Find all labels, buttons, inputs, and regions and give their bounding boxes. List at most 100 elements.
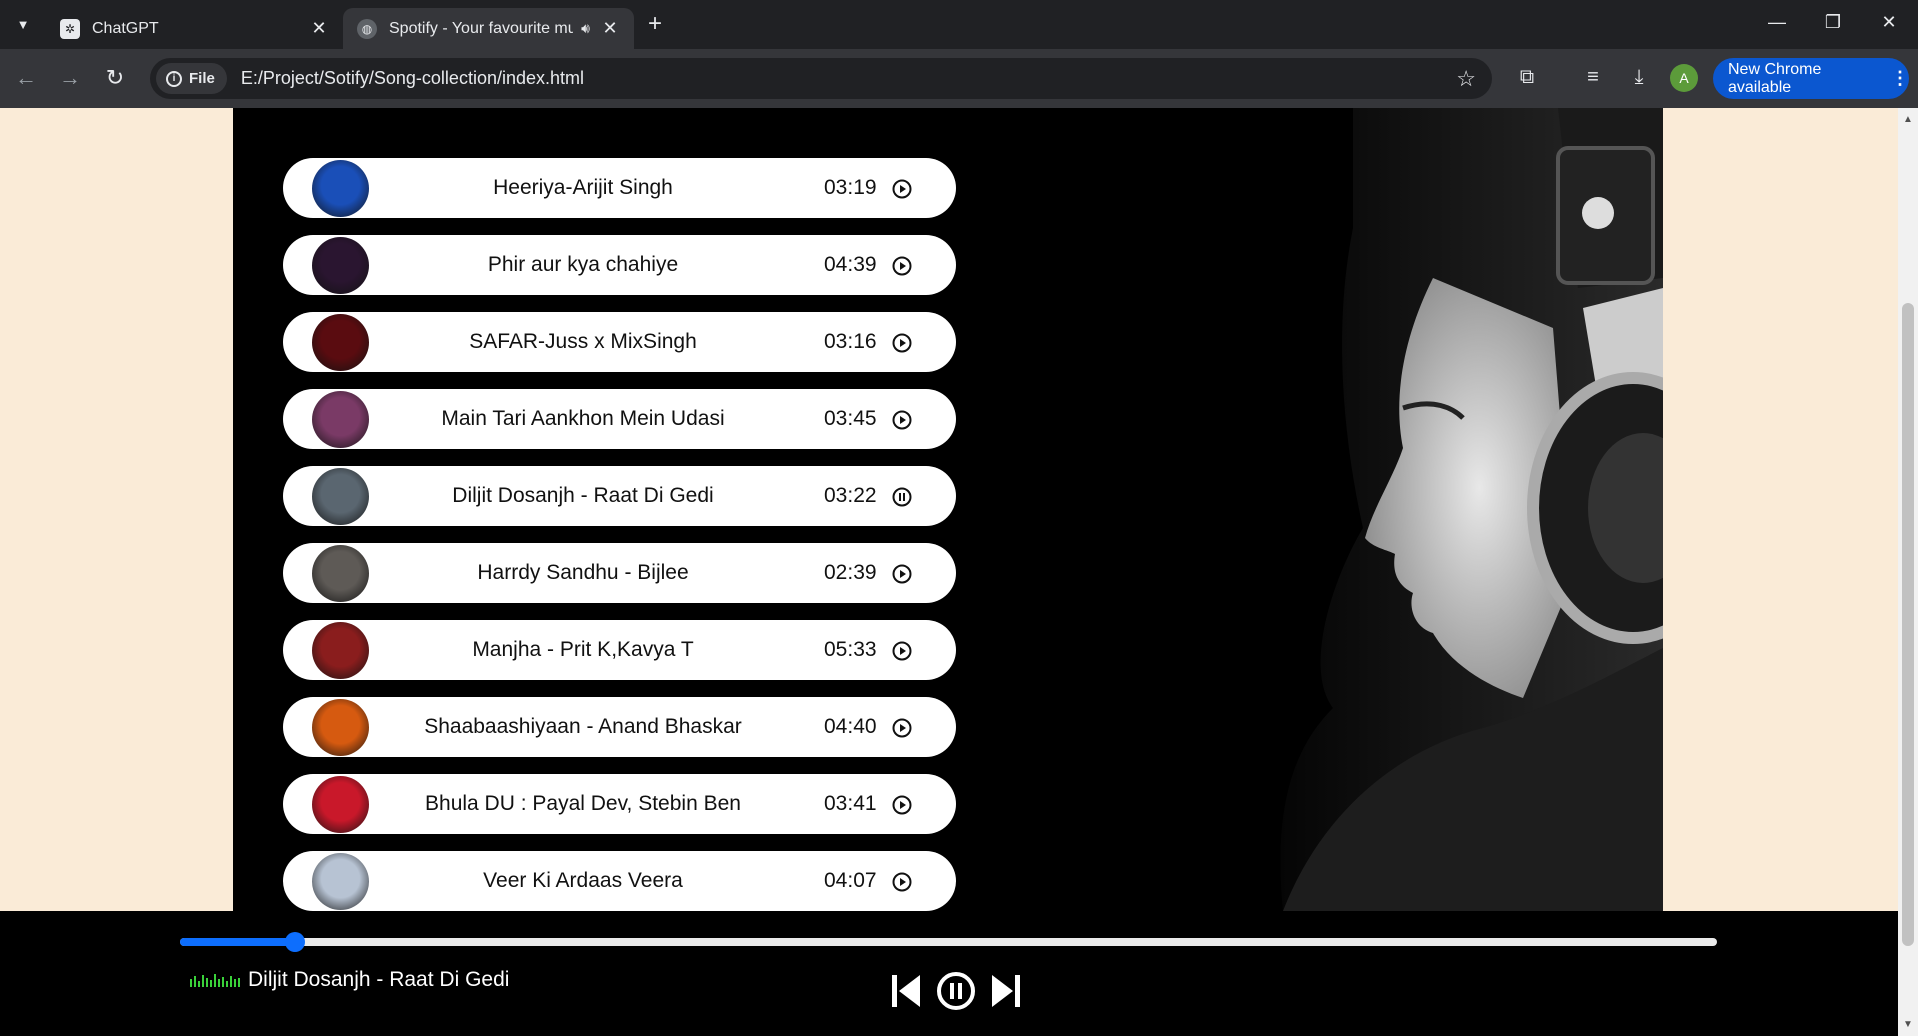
close-tab-icon[interactable]: ✕	[600, 18, 620, 39]
tab-title: ChatGPT	[92, 19, 159, 37]
page-scrollbar[interactable]: ▲ ▼	[1898, 108, 1918, 1036]
song-item[interactable]: Veer Ki Ardaas Veera 04:07	[283, 851, 956, 911]
play-circle-icon[interactable]	[892, 564, 912, 584]
song-item[interactable]: SAFAR-Juss x MixSingh 03:16	[283, 312, 956, 372]
tab-spotify[interactable]: ◍ Spotify - Your favourite music 🔊︎ ✕	[343, 8, 634, 49]
scroll-down-arrow-icon[interactable]: ▼	[1903, 1019, 1913, 1030]
pause-circle-icon[interactable]	[936, 971, 976, 1011]
play-circle-icon[interactable]	[892, 795, 912, 815]
next-track-icon[interactable]	[988, 972, 1022, 1010]
bookmark-star-icon[interactable]: ☆	[1456, 66, 1476, 92]
play-circle-icon[interactable]	[892, 179, 912, 199]
tab-title: Spotify - Your favourite music	[389, 19, 574, 37]
restore-icon[interactable]: ❐	[1818, 12, 1848, 33]
song-name: Manjha - Prit K,Kavya T	[472, 638, 694, 661]
song-item[interactable]: Phir aur kya chahiye 04:39	[283, 235, 956, 295]
song-item[interactable]: Heeriya-Arijit Singh 03:19	[283, 158, 956, 218]
song-name: Bhula DU : Payal Dev, Stebin Ben	[425, 792, 741, 815]
media-queue-icon[interactable]: ≡	[1579, 66, 1607, 89]
address-bar[interactable]: i File E:/Project/Sotify/Song-collection…	[150, 58, 1492, 99]
now-playing-title: Diljit Dosanjh - Raat Di Gedi	[248, 968, 510, 991]
headphones-photo	[1103, 108, 1663, 911]
site-info-chip[interactable]: i File	[156, 63, 227, 94]
song-name: Shaabaashiyaan - Anand Bhaskar	[424, 715, 742, 738]
update-label: New Chrome available	[1728, 60, 1822, 96]
song-cover-image	[312, 160, 369, 217]
minimize-icon[interactable]: —	[1762, 12, 1792, 33]
new-chrome-available-button[interactable]: New Chrome available ⋮	[1713, 58, 1909, 99]
reload-icon[interactable]: ↻	[100, 65, 130, 91]
kebab-menu-icon[interactable]: ⋮	[1891, 68, 1909, 89]
progress-fill	[180, 938, 296, 946]
progress-bar[interactable]	[180, 932, 1717, 952]
song-duration: 03:22	[824, 484, 877, 507]
play-circle-icon[interactable]	[892, 256, 912, 276]
song-item[interactable]: Shaabaashiyaan - Anand Bhaskar 04:40	[283, 697, 956, 757]
song-cover-image	[312, 545, 369, 602]
song-name: SAFAR-Juss x MixSingh	[469, 330, 697, 353]
song-name: Veer Ki Ardaas Veera	[483, 869, 683, 892]
page-viewport: Heeriya-Arijit Singh 03:19 Phir aur kya ch…	[0, 108, 1898, 1036]
download-icon[interactable]: ⤓	[1625, 66, 1653, 89]
play-circle-icon[interactable]	[892, 410, 912, 430]
browser-toolbar: ← → ↻ i File E:/Project/Sotify/Song-coll…	[0, 49, 1918, 108]
song-duration: 04:40	[824, 715, 877, 738]
song-item[interactable]: Bhula DU : Payal Dev, Stebin Ben 03:41	[283, 774, 956, 834]
song-cover-image	[312, 853, 369, 910]
tab-search-chevron-icon[interactable]: ▼	[10, 12, 36, 38]
url-text[interactable]: E:/Project/Sotify/Song-collection/index.…	[241, 68, 1456, 89]
song-name: Main Tari Aankhon Mein Udasi	[441, 407, 725, 430]
play-circle-icon[interactable]	[892, 872, 912, 892]
song-name: Phir aur kya chahiye	[487, 253, 679, 276]
song-cover-image	[312, 314, 369, 371]
progress-thumb[interactable]	[285, 932, 306, 952]
forward-arrow-icon[interactable]: →	[55, 65, 85, 91]
scroll-up-arrow-icon[interactable]: ▲	[1903, 114, 1913, 125]
song-name: Diljit Dosanjh - Raat Di Gedi	[452, 484, 714, 507]
song-cover-image	[312, 237, 369, 294]
song-container: Heeriya-Arijit Singh 03:19 Phir aur kya ch…	[233, 108, 1663, 911]
window-close-icon[interactable]: ✕	[1874, 12, 1904, 33]
song-duration: 04:39	[824, 253, 877, 276]
url-scheme-label: File	[189, 70, 215, 87]
pause-circle-icon[interactable]	[892, 487, 912, 507]
player-controls	[890, 971, 1022, 1011]
equalizer-gif-icon	[190, 974, 240, 987]
previous-track-icon[interactable]	[890, 972, 924, 1010]
song-duration: 03:45	[824, 407, 877, 430]
now-playing: Diljit Dosanjh - Raat Di Gedi	[190, 968, 509, 992]
profile-avatar[interactable]: A	[1670, 64, 1698, 92]
scroll-thumb[interactable]	[1902, 303, 1914, 946]
browser-tabstrip: ▼ ✲ ChatGPT ✕ ◍ Spotify - Your favourite…	[0, 0, 1918, 49]
song-duration: 02:39	[824, 561, 877, 584]
speaker-icon[interactable]: 🔊︎	[581, 20, 590, 37]
song-item[interactable]: Harrdy Sandhu - Bijlee 02:39	[283, 543, 956, 603]
play-circle-icon[interactable]	[892, 333, 912, 353]
song-cover-image	[312, 391, 369, 448]
song-duration: 04:07	[824, 869, 877, 892]
song-cover-image	[312, 622, 369, 679]
song-cover-image	[312, 776, 369, 833]
song-item[interactable]: Diljit Dosanjh - Raat Di Gedi 03:22	[283, 466, 956, 526]
song-cover-image	[312, 468, 369, 525]
song-duration: 05:33	[824, 638, 877, 661]
song-list: Heeriya-Arijit Singh 03:19 Phir aur kya ch…	[283, 158, 956, 911]
player-bar: Diljit Dosanjh - Raat Di Gedi	[0, 911, 1898, 1036]
song-name: Heeriya-Arijit Singh	[493, 176, 673, 199]
close-tab-icon[interactable]: ✕	[309, 18, 329, 39]
extensions-puzzle-icon[interactable]: ⧉	[1513, 66, 1541, 89]
song-item[interactable]: Main Tari Aankhon Mein Udasi 03:45	[283, 389, 956, 449]
globe-favicon-icon: ◍	[357, 18, 377, 39]
song-duration: 03:19	[824, 176, 877, 199]
tab-chatgpt[interactable]: ✲ ChatGPT ✕	[46, 8, 343, 49]
new-tab-plus-icon[interactable]: +	[648, 12, 662, 36]
song-item[interactable]: Manjha - Prit K,Kavya T 05:33	[283, 620, 956, 680]
song-name: Harrdy Sandhu - Bijlee	[477, 561, 689, 584]
info-icon: i	[166, 70, 182, 87]
song-duration: 03:41	[824, 792, 877, 815]
play-circle-icon[interactable]	[892, 718, 912, 738]
back-arrow-icon[interactable]: ←	[11, 65, 41, 91]
play-circle-icon[interactable]	[892, 641, 912, 661]
chatgpt-favicon-icon: ✲	[60, 18, 80, 39]
song-cover-image	[312, 699, 369, 756]
